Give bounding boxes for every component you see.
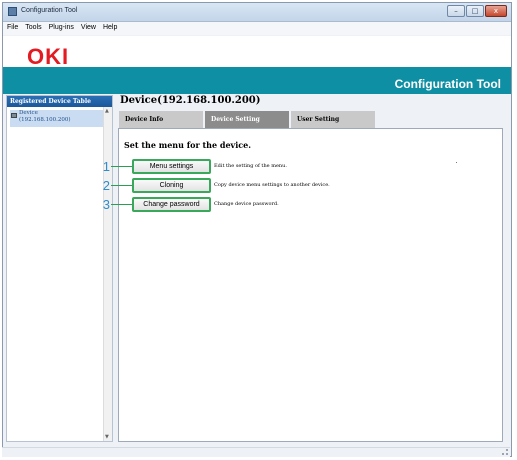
oki-logo: OKI	[27, 44, 70, 69]
callout-connector	[111, 204, 133, 205]
callout-number: 2	[102, 178, 110, 193]
tab-device-setting[interactable]: Device Setting	[205, 111, 289, 128]
sidebar-scrollbar[interactable]: ▲ ▼	[103, 107, 112, 441]
action-description: Change device password.	[214, 201, 279, 207]
device-sidebar: Registered Device Table Device (192.168.…	[6, 95, 113, 442]
tab-bar: Device Info Device Setting User Setting	[119, 111, 375, 128]
title-bar[interactable]: Configuration Tool – □ x	[3, 3, 511, 22]
menu-help[interactable]: Help	[99, 22, 120, 31]
settings-panel	[118, 128, 503, 442]
resize-grip-icon[interactable]	[502, 449, 508, 455]
menu-file[interactable]: File	[3, 22, 21, 31]
action-row-cloning: 2 Cloning Copy device menu settings to a…	[100, 178, 500, 194]
tab-device-info[interactable]: Device Info	[119, 111, 203, 128]
scroll-up-icon[interactable]: ▲	[105, 108, 109, 114]
action-description: Copy device menu settings to another dev…	[214, 182, 330, 188]
status-bar	[2, 447, 510, 457]
menu-plugins[interactable]: Plug-ins	[45, 22, 77, 31]
panel-title: Set the menu for the device.	[124, 140, 251, 150]
maximize-button[interactable]: □	[466, 5, 484, 17]
device-title: Device(192.168.100.200)	[120, 95, 261, 106]
menu-tools[interactable]: Tools	[21, 22, 44, 31]
device-name: Device	[19, 110, 38, 116]
callout-number: 3	[102, 197, 110, 212]
device-address: (192.168.100.200)	[19, 117, 71, 123]
minimize-button[interactable]: –	[447, 5, 465, 17]
app-icon	[8, 7, 17, 16]
app-header: OKI Configuration Tool	[3, 36, 511, 94]
action-row-menu-settings: 1 Menu settings Edit the setting of the …	[100, 159, 500, 175]
device-label: Device (192.168.100.200)	[19, 110, 71, 124]
callout-connector	[111, 166, 133, 167]
printer-icon	[11, 113, 17, 118]
menu-view[interactable]: View	[77, 22, 99, 31]
callout-connector	[111, 185, 133, 186]
callout-number: 1	[102, 159, 110, 174]
action-row-change-password: 3 Change password Change device password…	[100, 197, 500, 213]
window-title: Configuration Tool	[21, 7, 78, 14]
menu-settings-button[interactable]: Menu settings	[132, 159, 211, 174]
stray-dot	[456, 162, 457, 163]
window-controls: – □ x	[447, 5, 507, 18]
sidebar-item-device[interactable]: Device (192.168.100.200)	[10, 110, 103, 127]
menu-bar: File Tools Plug-ins View Help	[3, 22, 511, 35]
scroll-down-icon[interactable]: ▼	[105, 434, 109, 440]
close-button[interactable]: x	[485, 5, 507, 17]
change-password-button[interactable]: Change password	[132, 197, 211, 212]
action-description: Edit the setting of the menu.	[214, 163, 287, 169]
app-title: Configuration Tool	[394, 77, 501, 91]
sidebar-heading: Registered Device Table	[7, 96, 112, 107]
cloning-button[interactable]: Cloning	[132, 178, 211, 193]
tab-user-setting[interactable]: User Setting	[291, 111, 375, 128]
